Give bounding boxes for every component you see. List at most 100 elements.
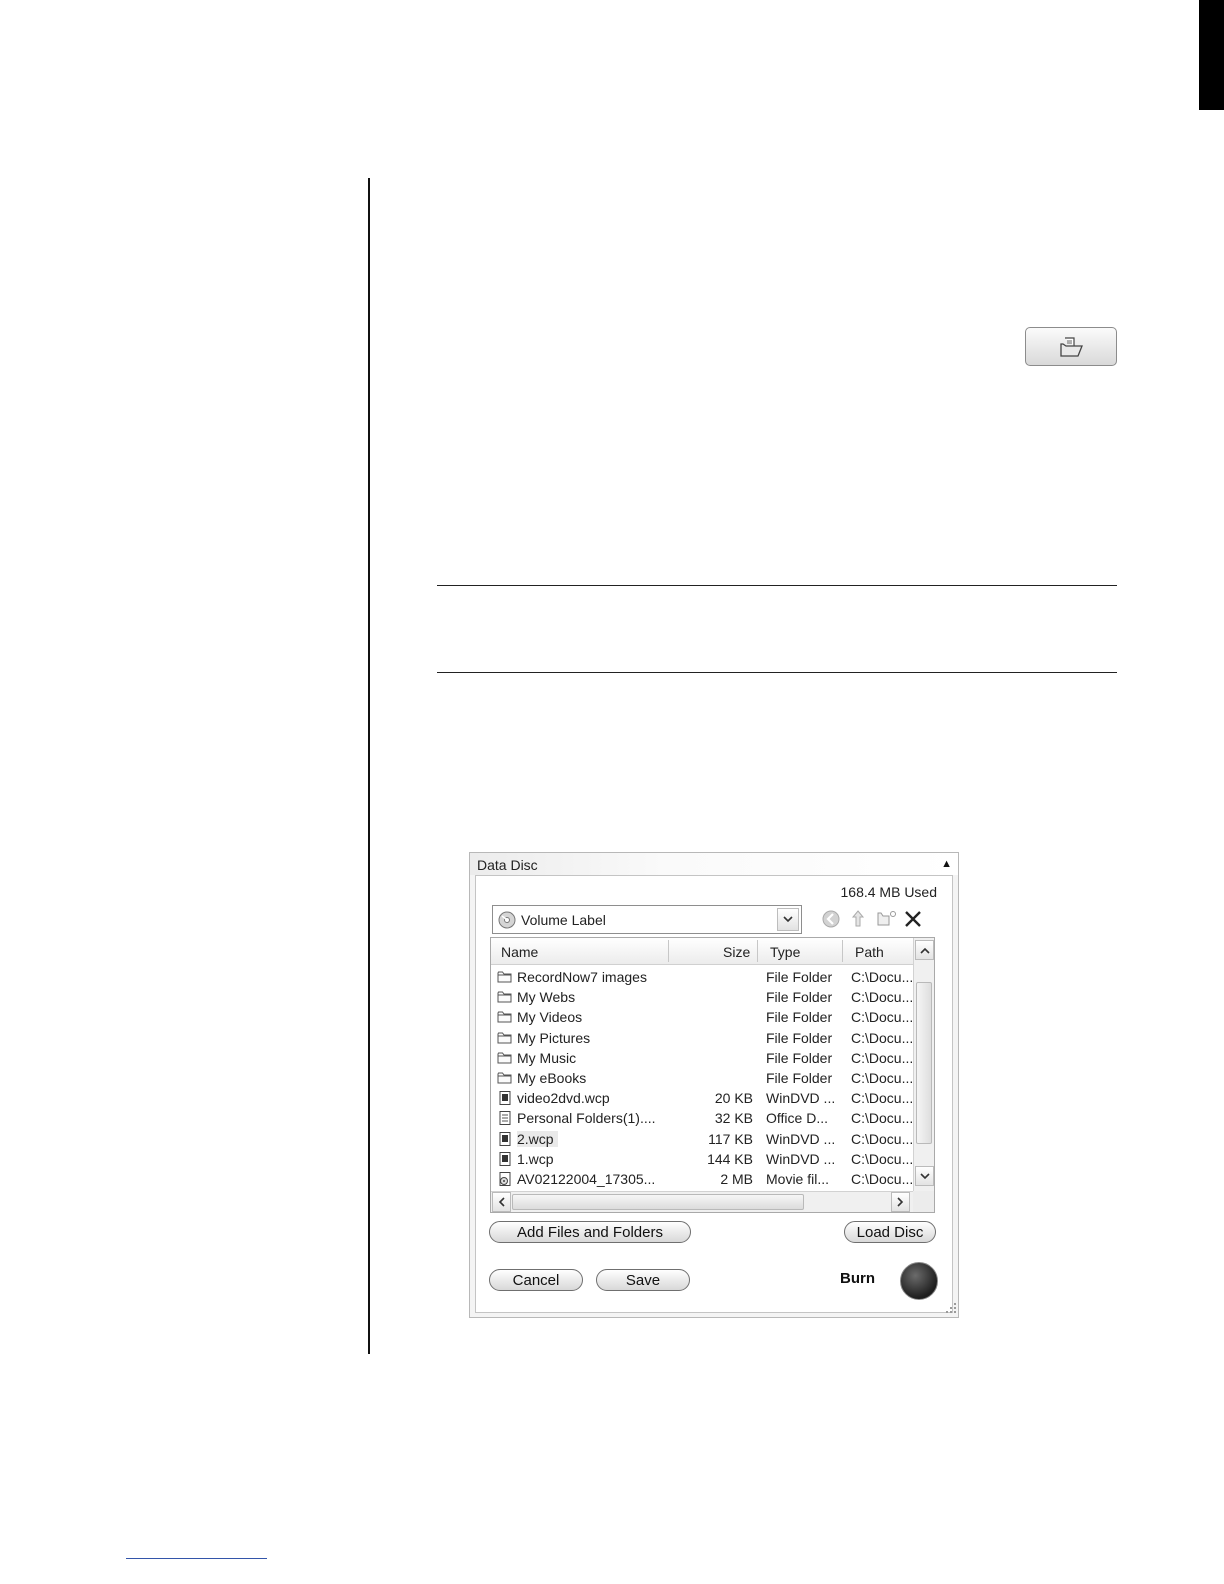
file-row[interactable]: My Music File Folder C:\Docu...: [491, 1048, 913, 1068]
folder-icon: [497, 1011, 512, 1023]
file-icon: [499, 1151, 511, 1166]
burn-label[interactable]: Burn: [840, 1270, 875, 1287]
file-type: File Folder: [766, 1070, 833, 1086]
chevron-left-icon: [498, 1197, 505, 1207]
file-row[interactable]: My Videos File Folder C:\Docu...: [491, 1007, 913, 1027]
file-name: My Webs: [517, 989, 576, 1006]
file-path: C:\Docu...: [851, 1110, 914, 1127]
file-row[interactable]: AV02122004_17305... 2 MB Movie fil... C:\Do…: [491, 1169, 913, 1189]
new-folder-icon[interactable]: [875, 908, 897, 930]
file-name: My Pictures: [517, 1029, 591, 1046]
column-separator: [757, 940, 758, 962]
note-rule-bottom: [437, 672, 1117, 673]
scroll-right-button[interactable]: [891, 1192, 910, 1212]
file-path: C:\Docu...: [851, 969, 914, 985]
chevron-down-icon: [919, 1172, 930, 1179]
scroll-up-button[interactable]: [915, 940, 934, 960]
resize-grip-icon[interactable]: [944, 1301, 958, 1315]
margin-rule: [368, 178, 370, 1354]
column-type[interactable]: Type: [770, 944, 800, 960]
folder-icon: [497, 1032, 512, 1044]
file-row[interactable]: 1.wcp 144 KB WinDVD ... C:\Docu...: [491, 1149, 913, 1169]
file-row[interactable]: Personal Folders(1).... 32 KB Office D... C…: [491, 1108, 913, 1128]
file-name: 1.wcp: [517, 1150, 554, 1167]
file-size: 32 KB: [714, 1110, 753, 1127]
window-title: Data Disc: [477, 857, 538, 873]
footer-link-underline: [126, 1558, 267, 1559]
chevron-down-icon: [783, 916, 793, 923]
file-list-header: Name Size Type Path: [491, 938, 913, 965]
scroll-left-button[interactable]: [492, 1192, 511, 1212]
folder-icon: [497, 991, 512, 1003]
file-name: AV02122004_17305...: [517, 1171, 656, 1187]
file-name: RecordNow7 images: [517, 969, 647, 985]
movie-file-icon: [499, 1172, 511, 1186]
vertical-scroll-thumb[interactable]: [916, 982, 932, 1144]
file-type: WinDVD ...: [766, 1090, 836, 1107]
up-folder-icon[interactable]: [848, 908, 868, 930]
folder-icon: [497, 971, 512, 983]
volume-dropdown-button[interactable]: [777, 908, 799, 931]
file-name: Personal Folders(1)....: [517, 1110, 656, 1127]
document-icon: [499, 1111, 511, 1126]
file-size: 117 KB: [708, 1130, 753, 1147]
save-button[interactable]: Save: [596, 1269, 690, 1291]
file-type: File Folder: [766, 969, 833, 985]
column-name[interactable]: Name: [501, 944, 538, 960]
file-path: C:\Docu...: [851, 1171, 914, 1187]
file-name: video2dvd.wcp: [517, 1090, 610, 1107]
scroll-corner: [913, 1191, 934, 1212]
file-name: My Videos: [517, 1009, 583, 1026]
note-rule-top: [437, 585, 1117, 586]
file-path: C:\Docu...: [851, 1049, 914, 1066]
file-name: 2.wcp: [517, 1130, 558, 1147]
file-name: My eBooks: [517, 1070, 587, 1086]
file-path: C:\Docu...: [851, 1090, 914, 1107]
volume-label-combobox[interactable]: Volume Label: [492, 905, 802, 934]
file-row[interactable]: My Pictures File Folder C:\Docu...: [491, 1028, 913, 1048]
chevron-up-icon: [919, 947, 930, 954]
file-row[interactable]: video2dvd.wcp 20 KB WinDVD ... C:\Docu...: [491, 1088, 913, 1108]
file-size: 20 KB: [714, 1090, 753, 1107]
add-files-and-folders-button[interactable]: Add Files and Folders: [489, 1221, 691, 1243]
burn-button[interactable]: [900, 1262, 938, 1300]
file-row[interactable]: RecordNow7 images File Folder C:\Docu...: [491, 967, 913, 987]
open-folder-icon: [1060, 336, 1083, 357]
cancel-button[interactable]: Cancel: [489, 1269, 583, 1291]
scroll-down-button[interactable]: [915, 1166, 934, 1186]
collapse-arrow-icon[interactable]: ▲: [941, 858, 952, 870]
horizontal-scrollbar[interactable]: [491, 1191, 913, 1212]
chapter-tab-marker: [1199, 0, 1224, 110]
file-type: WinDVD ...: [766, 1150, 836, 1167]
file-name: My Music: [517, 1049, 577, 1066]
file-row[interactable]: My Webs File Folder C:\Docu...: [491, 987, 913, 1007]
file-type: Office D...: [766, 1110, 828, 1127]
load-disc-button[interactable]: Load Disc: [844, 1221, 936, 1243]
column-size[interactable]: Size: [723, 944, 750, 960]
chevron-right-icon: [897, 1197, 904, 1207]
file-type: WinDVD ...: [766, 1130, 836, 1147]
close-icon[interactable]: [903, 908, 923, 930]
file-path: C:\Docu...: [851, 1070, 914, 1086]
file-path: C:\Docu...: [851, 1150, 914, 1167]
column-path[interactable]: Path: [855, 944, 884, 960]
file-type: File Folder: [766, 1029, 833, 1046]
folder-icon: [497, 1072, 512, 1084]
back-icon[interactable]: [821, 908, 841, 930]
file-path: C:\Docu...: [851, 1009, 914, 1026]
file-row[interactable]: My eBooks File Folder C:\Docu...: [491, 1068, 913, 1088]
vertical-scrollbar[interactable]: [913, 938, 934, 1191]
file-type: Movie fil...: [766, 1171, 830, 1187]
disc-usage-label: 168.4 MB Used: [840, 884, 938, 900]
file-list: Name Size Type Path RecordNow7 images Fil…: [490, 937, 935, 1213]
file-icon: [499, 1131, 511, 1146]
file-type: File Folder: [766, 989, 833, 1006]
open-project-button[interactable]: [1025, 327, 1117, 366]
window-titlebar: Data Disc ▲: [470, 853, 958, 875]
file-row[interactable]: 2.wcp 117 KB WinDVD ... C:\Docu...: [491, 1129, 913, 1149]
horizontal-scroll-thumb[interactable]: [512, 1194, 804, 1210]
column-separator: [842, 940, 843, 962]
file-size: 144 KB: [707, 1150, 753, 1167]
file-type: File Folder: [766, 1049, 833, 1066]
file-size: 2 MB: [720, 1171, 753, 1187]
